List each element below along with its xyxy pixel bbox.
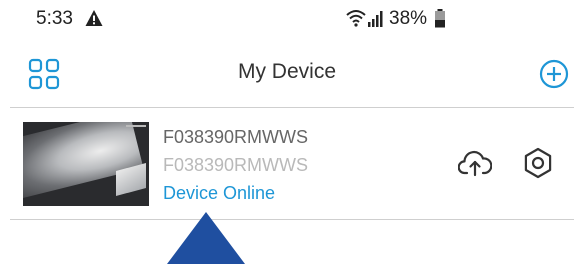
cloud-upload-icon[interactable] — [458, 149, 492, 177]
warning-icon — [85, 10, 103, 26]
page-title: My Device — [237, 60, 337, 83]
app-header: My Device — [0, 50, 574, 106]
status-bar: 5:33 38% — [0, 0, 574, 38]
device-thumbnail[interactable] — [23, 122, 149, 206]
wifi-icon — [346, 10, 366, 27]
device-list-item[interactable]: F038390RMWWS F038390RMWWS Device Online — [0, 107, 574, 219]
device-name: F038390RMWWS — [163, 127, 309, 147]
row-divider — [10, 219, 574, 220]
signal-icon — [368, 11, 383, 27]
pointer-arrow-icon — [167, 212, 245, 264]
battery-icon — [435, 9, 445, 28]
add-circle-icon[interactable] — [539, 59, 569, 89]
device-status: Device Online — [163, 183, 276, 203]
thumbnail-timestamp — [126, 125, 146, 127]
gear-icon[interactable] — [522, 147, 554, 179]
battery-percentage: 38% — [389, 8, 428, 29]
status-time: 5:33 — [36, 8, 73, 29]
device-id: F038390RMWWS — [163, 155, 309, 175]
